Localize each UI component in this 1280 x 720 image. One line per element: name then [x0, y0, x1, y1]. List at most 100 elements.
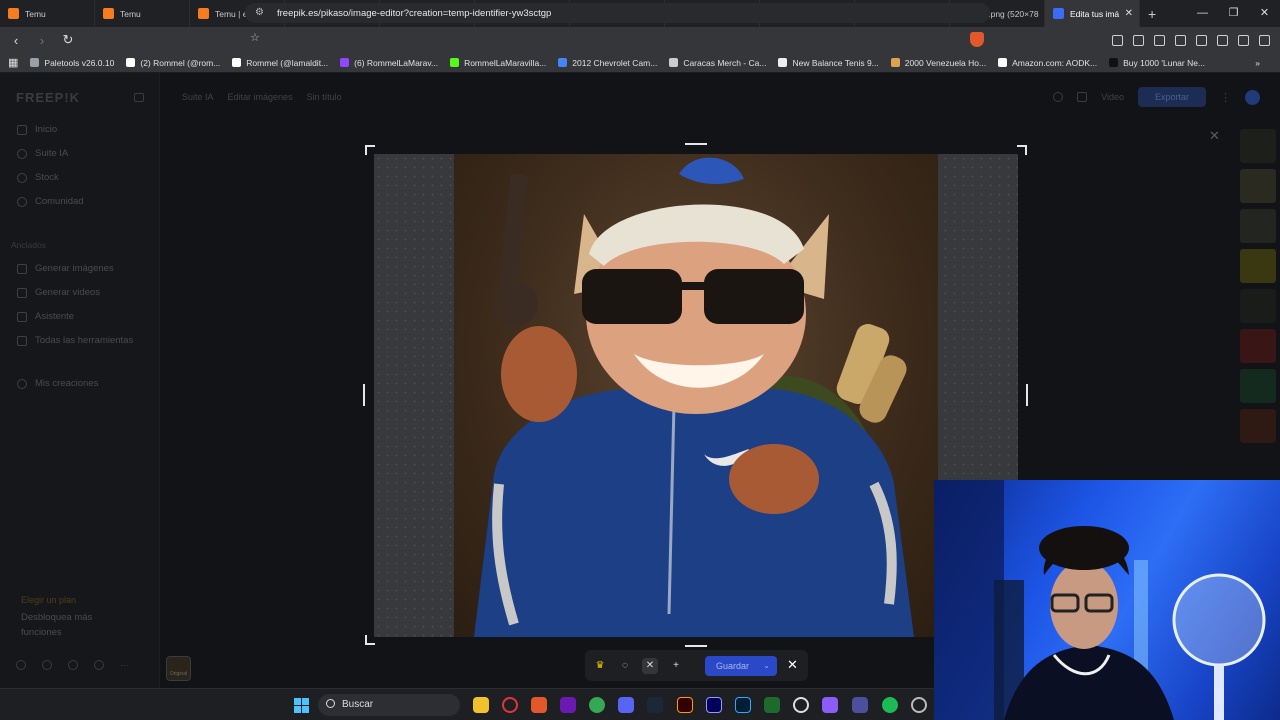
history-thumbnail[interactable]: [1240, 289, 1276, 323]
restore-icon[interactable]: ❐: [1218, 0, 1249, 27]
bookmark-item[interactable]: (2) Rommel (@rom...: [120, 58, 226, 68]
history-thumbnail[interactable]: [1240, 409, 1276, 443]
sidebar-item-asistente[interactable]: Asistente: [17, 311, 74, 322]
bookmark-item[interactable]: 2000 Venezuela Ho...: [885, 58, 992, 68]
loading-icon[interactable]: ◌: [617, 658, 633, 674]
vpn-icon[interactable]: [1238, 34, 1249, 46]
sidebar-item-generar-videos[interactable]: Generar videos: [17, 287, 100, 298]
app-icon[interactable]: [560, 697, 576, 713]
bookmark-item[interactable]: Buy 1000 'Lunar Ne...: [1103, 58, 1211, 68]
taskbar-search[interactable]: Buscar: [318, 694, 460, 716]
history-thumbnail[interactable]: [1240, 129, 1276, 163]
history-thumbnail[interactable]: [1240, 209, 1276, 243]
plus-icon[interactable]: +: [668, 658, 684, 674]
close-window-icon[interactable]: ✕: [1249, 0, 1280, 27]
plan-title[interactable]: Elegir un plan: [21, 595, 76, 605]
freepik-logo[interactable]: FREEP!K: [16, 90, 80, 105]
reload-icon[interactable]: ↻: [58, 32, 78, 48]
help-icon[interactable]: [16, 660, 26, 670]
save-button[interactable]: Guardar ⌄: [705, 656, 777, 676]
crop-handle-left[interactable]: [363, 384, 365, 406]
app-icon[interactable]: [764, 697, 780, 713]
bookmark-item[interactable]: Rommel (@lamaldit...: [226, 58, 334, 68]
discord-icon[interactable]: [42, 660, 52, 670]
crown-icon[interactable]: ♛: [592, 658, 608, 674]
steam-icon[interactable]: [647, 697, 663, 713]
menu-icon[interactable]: [1259, 34, 1270, 46]
sidebar-icon[interactable]: [1175, 34, 1186, 46]
history-thumbnail[interactable]: [1240, 249, 1276, 283]
sidebar-toggle-icon[interactable]: [134, 93, 144, 102]
bookmark-item[interactable]: (6) RommelLaMarav...: [334, 58, 444, 68]
sidebar-item-mis-creaciones[interactable]: Mis creaciones: [17, 378, 98, 389]
app-icon[interactable]: [822, 697, 838, 713]
new-tab-button[interactable]: +: [1148, 6, 1156, 22]
sidebar-item-comunidad[interactable]: Comunidad: [17, 196, 84, 207]
forward-icon[interactable]: ›: [32, 33, 52, 48]
folder-icon[interactable]: [1077, 92, 1088, 102]
export-button[interactable]: Exportar: [1138, 87, 1206, 107]
history-thumbnail[interactable]: [1240, 369, 1276, 403]
apps-icon[interactable]: ▦: [0, 56, 24, 69]
bookmark-item[interactable]: 2012 Chevrolet Cam...: [552, 58, 663, 68]
bookmarks-overflow-icon[interactable]: »: [1249, 58, 1266, 68]
sidebar-item-stock[interactable]: Stock: [17, 172, 59, 183]
more-icon[interactable]: ···: [120, 660, 130, 670]
breadcrumb-editar-imagenes[interactable]: Editar imágenes: [228, 92, 293, 102]
edited-image[interactable]: [454, 154, 938, 637]
bookmark-item[interactable]: RommelLaMaravilla...: [444, 58, 552, 68]
breadcrumb-sin-titulo[interactable]: Sin título: [307, 92, 342, 102]
back-icon[interactable]: ‹: [6, 33, 26, 48]
illustrator-icon[interactable]: [677, 697, 693, 713]
extensions-icon[interactable]: [1112, 34, 1123, 46]
spotify-icon[interactable]: [882, 697, 898, 713]
chevron-down-icon[interactable]: ⌄: [763, 656, 770, 676]
theme-icon[interactable]: [68, 660, 78, 670]
sidebar-item-generar-imagenes[interactable]: Generar imágenes: [17, 263, 114, 274]
sidebar-item-suite-ia[interactable]: Suite IA: [17, 148, 68, 159]
bookmark-item[interactable]: Caracas Merch - Ca...: [663, 58, 772, 68]
bookmark-item[interactable]: New Balance Tenis 9...: [772, 58, 884, 68]
bookmark-item[interactable]: Paletools v26.0.10: [24, 58, 120, 68]
breadcrumb-suite-ia[interactable]: Suite IA: [182, 92, 214, 102]
crop-handle-top[interactable]: [685, 143, 707, 145]
cancel-icon[interactable]: ✕: [787, 657, 798, 673]
browser-tab[interactable]: Temu: [95, 0, 190, 27]
close-icon[interactable]: ✕: [642, 658, 658, 674]
crop-handle-right[interactable]: [1026, 384, 1028, 406]
close-tab-icon[interactable]: ✕: [1125, 8, 1133, 19]
avatar[interactable]: [1245, 89, 1260, 105]
download-icon[interactable]: [1154, 34, 1165, 46]
premiere-icon[interactable]: [706, 697, 722, 713]
crop-handle-bottom-left[interactable]: [365, 635, 375, 645]
browser-tab[interactable]: Edita tus imá ✕: [1045, 0, 1140, 27]
brave-shield-icon[interactable]: [970, 32, 984, 47]
wallet-icon[interactable]: [1196, 34, 1207, 46]
photoshop-icon[interactable]: [735, 697, 751, 713]
windows-start-icon[interactable]: [294, 698, 309, 713]
crop-handle-bottom[interactable]: [685, 645, 707, 647]
screenshot-icon[interactable]: [1133, 34, 1144, 46]
bookmark-icon[interactable]: ☆: [250, 31, 260, 44]
sidebar-item-inicio[interactable]: Inicio: [17, 124, 57, 135]
url-field[interactable]: ⚙ freepik.es/pikaso/image-editor?creatio…: [245, 3, 990, 23]
history-thumbnail[interactable]: [1240, 329, 1276, 363]
video-button[interactable]: Video: [1101, 92, 1124, 102]
discord-icon[interactable]: [618, 697, 634, 713]
brave-icon[interactable]: [531, 697, 547, 713]
site-info-icon[interactable]: ⚙: [255, 7, 264, 18]
crop-handle-top-left[interactable]: [365, 145, 375, 155]
more-options-icon[interactable]: ⋮: [1220, 91, 1231, 104]
app-icon[interactable]: [852, 697, 868, 713]
app-icon[interactable]: [793, 697, 809, 713]
crop-handle-top-right[interactable]: [1017, 145, 1027, 155]
app-icon[interactable]: [911, 697, 927, 713]
bookmark-item[interactable]: Amazon.com: AODK...: [992, 58, 1103, 68]
original-thumbnail[interactable]: Original: [166, 656, 191, 681]
notifications-icon[interactable]: [94, 660, 104, 670]
browser-tab[interactable]: Temu: [0, 0, 95, 27]
file-explorer-icon[interactable]: [473, 697, 489, 713]
minimize-icon[interactable]: —: [1187, 0, 1218, 27]
opera-icon[interactable]: [502, 697, 518, 713]
language-icon[interactable]: [1053, 92, 1064, 102]
